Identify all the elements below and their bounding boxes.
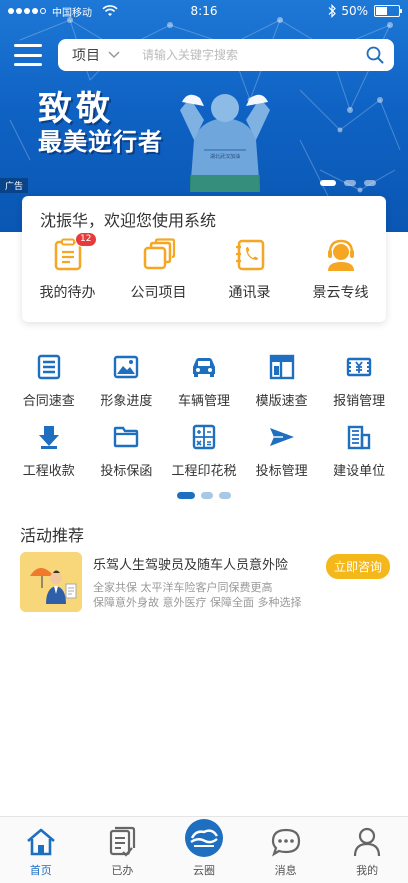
quick-item-my-todo[interactable]: 12 我的待办	[22, 232, 113, 302]
grid-item-construction-unit[interactable]: 建设单位	[320, 424, 398, 494]
quick-item-contacts[interactable]: 通讯录	[204, 238, 295, 302]
profile-icon	[354, 827, 381, 857]
grid-item-bid-management[interactable]: 投标管理	[243, 424, 321, 494]
grid-page-dot[interactable]	[201, 492, 213, 499]
function-grid-row: 合同速查 形象进度 车辆管理 模版速查 报销管理	[10, 354, 398, 424]
search-category-dropdown[interactable]: 项目	[72, 45, 120, 65]
send-icon	[269, 424, 295, 450]
tab-done[interactable]: 已办	[82, 817, 164, 883]
quick-item-jingyun-hotline[interactable]: 景云专线	[295, 238, 386, 302]
contacts-icon	[233, 238, 267, 272]
grid-item-label: 形象进度	[100, 394, 153, 409]
activity-section-title: 活动推荐	[20, 526, 85, 545]
home-icon	[26, 828, 55, 856]
grid-item-vehicle-management[interactable]: 车辆管理	[165, 354, 243, 424]
grid-page-dot[interactable]	[219, 492, 231, 499]
tab-label: 云圈	[192, 864, 215, 877]
function-grid-row: 工程收款 投标保函 工程印花税 投标管理 建设单位	[10, 424, 398, 494]
tax-calculator-icon	[191, 424, 217, 450]
contract-icon	[36, 354, 62, 380]
quick-item-company-project[interactable]: 公司项目	[113, 238, 204, 302]
signal-strength-icon	[8, 8, 46, 14]
template-icon	[269, 354, 295, 380]
payment-collection-icon	[36, 424, 62, 450]
welcome-text: 沈振华，欢迎您使用系统	[40, 211, 217, 230]
tab-label: 消息	[274, 864, 297, 877]
tab-label: 我的	[356, 864, 379, 877]
tab-home[interactable]: 首页	[0, 817, 82, 883]
quick-item-label: 通讯录	[228, 285, 271, 301]
message-icon	[271, 828, 300, 857]
grid-item-label: 车辆管理	[177, 394, 230, 409]
quick-item-label: 我的待办	[39, 285, 96, 301]
search-icon[interactable]	[366, 46, 384, 64]
banner-dot[interactable]	[364, 180, 376, 186]
ad-tag: 广告	[0, 178, 29, 193]
wifi-icon	[102, 5, 118, 16]
grid-item-label: 投标管理	[255, 464, 308, 479]
medical-worker-illustration: 湖北武汉加油	[180, 94, 270, 192]
grid-item-label: 建设单位	[333, 464, 386, 479]
activity-description: 全家共保 太平洋车险客户同保费更高 保障意外身故 意外医疗 保障全面 多种选择	[93, 581, 302, 609]
grid-item-label: 投标保函	[100, 464, 153, 479]
insurance-thumbnail	[20, 552, 82, 612]
function-grid: 合同速查 形象进度 车辆管理 模版速查 报销管理 工程收款 投标保函 工程印花税…	[10, 354, 398, 494]
bluetooth-icon	[328, 4, 337, 18]
grid-item-label: 工程印花税	[171, 464, 237, 479]
customer-service-icon	[324, 238, 358, 272]
grid-item-progress-image[interactable]: 形象进度	[88, 354, 166, 424]
progress-image-icon	[113, 354, 139, 380]
search-bar[interactable]: 项目	[58, 39, 394, 71]
svg-text:湖北武汉加油: 湖北武汉加油	[210, 153, 240, 160]
tab-messages[interactable]: 消息	[245, 817, 327, 883]
quick-actions: 12 我的待办 公司项目 通讯录 景云专线	[22, 232, 386, 302]
done-tasks-icon	[110, 826, 136, 857]
grid-item-label: 报销管理	[333, 394, 386, 409]
battery-percent: 50%	[341, 4, 368, 18]
quick-item-label: 公司项目	[130, 285, 187, 301]
activity-card[interactable]: 乐驾人生驾驶员及随车人员意外险 全家共保 太平洋车险客户同保费更高 保障意外身故…	[20, 552, 392, 614]
consult-now-button[interactable]: 立即咨询	[325, 554, 390, 579]
grid-item-payment-collection[interactable]: 工程收款	[10, 424, 88, 494]
search-input[interactable]	[142, 48, 366, 62]
quick-item-label: 景云专线	[312, 285, 369, 301]
banner-dot[interactable]	[320, 180, 336, 186]
folder-icon	[113, 424, 139, 450]
grid-item-bid-guarantee[interactable]: 投标保函	[88, 424, 166, 494]
grid-item-template-lookup[interactable]: 模版速查	[243, 354, 321, 424]
grid-item-label: 合同速查	[22, 394, 75, 409]
grid-item-contract-lookup[interactable]: 合同速查	[10, 354, 88, 424]
bottom-tab-bar: 首页 已办 云圈 消息 我的	[0, 816, 408, 883]
grid-item-reimbursement[interactable]: 报销管理	[320, 354, 398, 424]
tab-cloud-circle[interactable]: 云圈	[163, 817, 245, 883]
battery-icon	[374, 5, 402, 17]
grid-item-label: 模版速查	[255, 394, 308, 409]
company-project-icon	[142, 238, 176, 272]
welcome-card: 沈振华，欢迎您使用系统 12 我的待办 公司项目 通讯录 景云专线	[22, 196, 386, 322]
top-bar: 项目	[14, 38, 394, 72]
grid-pagination[interactable]	[0, 492, 408, 499]
banner-slogan: 致敬 最美逆行者	[38, 89, 163, 156]
reimbursement-icon	[346, 354, 372, 380]
activity-title: 乐驾人生驾驶员及随车人员意外险	[93, 558, 289, 573]
todo-count-badge: 12	[75, 232, 97, 247]
cloud-circle-icon	[184, 819, 223, 857]
status-bar: 中国移动 8:16 50%	[0, 0, 408, 22]
carrier-name: 中国移动	[52, 7, 92, 19]
menu-icon[interactable]	[14, 44, 42, 66]
banner-dot[interactable]	[344, 180, 356, 186]
building-icon	[346, 424, 372, 450]
grid-item-stamp-tax[interactable]: 工程印花税	[165, 424, 243, 494]
tab-profile[interactable]: 我的	[326, 817, 408, 883]
banner-pagination[interactable]	[320, 180, 376, 186]
todo-list-icon: 12	[51, 232, 97, 272]
tab-label: 首页	[29, 864, 52, 877]
grid-item-label: 工程收款	[22, 464, 75, 479]
search-category-label: 项目	[72, 48, 100, 64]
chevron-down-icon	[108, 51, 120, 59]
grid-page-dot[interactable]	[177, 492, 195, 499]
tab-label: 已办	[111, 864, 134, 877]
car-icon	[191, 354, 217, 380]
